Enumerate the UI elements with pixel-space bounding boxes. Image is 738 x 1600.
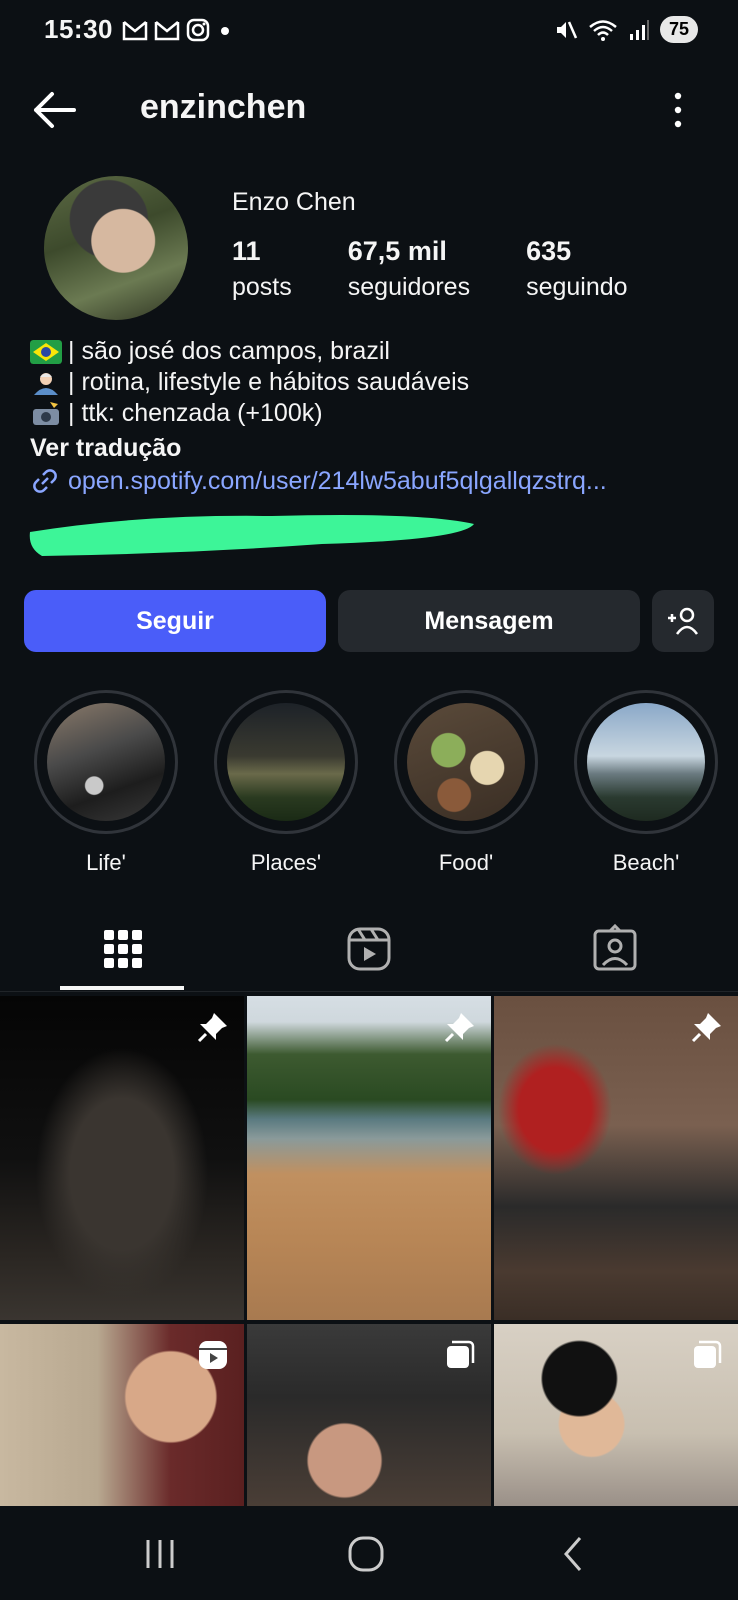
profile-header: enzinchen [0,80,738,140]
tab-tagged-icon[interactable] [590,924,640,974]
stat-following-label: seguindo [526,273,628,301]
battery-indicator: 75 [659,16,698,43]
notification-icons [122,18,234,42]
highlight-label: Life' [86,850,126,875]
stat-following[interactable]: 635 seguindo [526,236,627,302]
bio-line-text: | ttk: chenzada (+100k) [68,399,323,427]
posts-grid [0,996,738,1506]
profile-tabs [0,906,738,992]
stat-posts-value: 11 [232,236,261,266]
camera-flash-emoji-icon [33,401,59,425]
highlight-beach[interactable]: Beach' [574,690,718,876]
post-thumbnail[interactable] [494,1324,738,1506]
status-bar: 15:30 75 [0,0,738,62]
stat-following-value: 635 [526,236,572,266]
system-icons: 75 [554,16,698,43]
bio-line-text: | rotina, lifestyle e hábitos saudáveis [68,368,470,396]
pin-icon [444,1013,474,1043]
bio-line: | ttk: chenzada (+100k) [30,398,469,429]
pin-icon [197,1013,227,1043]
highlight-cover [47,703,165,821]
wifi-icon [589,19,617,41]
pin-icon [691,1013,721,1043]
system-navigation-bar [0,1506,738,1600]
tab-posts-grid-icon[interactable] [98,924,148,974]
bio-line-text: | são josé dos campos, brazil [68,337,390,365]
highlight-food[interactable]: Food' [394,690,538,876]
follow-button[interactable]: Seguir [24,590,326,652]
home-icon[interactable] [344,1532,388,1576]
signal-icon [629,19,649,40]
profile-username: enzinchen [140,88,307,126]
profile-link[interactable]: open.spotify.com/user/214lw5abuf5qlgallq… [30,466,607,496]
see-translation-link[interactable]: Ver tradução [30,434,181,463]
stat-posts[interactable]: 11 posts [232,236,292,302]
reel-icon [199,1341,227,1369]
back-nav-icon[interactable] [552,1532,596,1576]
highlight-ring [574,690,718,834]
highlight-cover [407,703,525,821]
brazil-flag-icon [30,339,62,364]
gmail-icon [122,21,148,41]
active-tab-indicator [60,986,184,990]
highlight-ring [394,690,538,834]
profile-bio: | são josé dos campos, brazil | rotina, … [30,336,469,429]
status-time: 15:30 [44,14,113,44]
redaction-scribble [29,515,474,556]
highlight-cover [587,703,705,821]
stat-posts-label: posts [232,273,292,301]
carousel-icon [694,1340,722,1368]
profile-full-name: Enzo Chen [232,188,356,216]
carousel-icon [447,1340,475,1368]
post-thumbnail[interactable] [247,996,491,1320]
suggested-users-button[interactable] [652,590,714,652]
highlight-places[interactable]: Places' [214,690,358,876]
tab-reels-icon[interactable] [344,924,394,974]
highlight-ring [34,690,178,834]
post-thumbnail[interactable] [0,1324,244,1506]
highlight-label: Places' [250,850,322,875]
recent-apps-icon[interactable] [138,1532,182,1576]
message-button[interactable]: Mensagem [338,590,640,652]
post-thumbnail[interactable] [247,1324,491,1506]
profile-stats: 11 posts 67,5 mil seguidores 635 seguind… [232,236,684,302]
stat-followers-label: seguidores [347,273,471,301]
gmail-icon [154,21,180,41]
dot-icon [221,27,229,35]
bio-line: | rotina, lifestyle e hábitos saudáveis [30,367,469,398]
add-person-icon [668,607,699,635]
stat-followers[interactable]: 67,5 mil seguidores [348,236,470,302]
stat-followers-value: 67,5 mil [347,236,447,266]
avatar[interactable] [44,176,188,320]
person-emoji-icon [34,372,58,395]
highlight-ring [214,690,358,834]
more-options-icon[interactable] [668,90,688,130]
post-thumbnail[interactable] [0,996,244,1320]
highlight-cover [227,703,345,821]
post-thumbnail[interactable] [494,996,738,1320]
mute-icon [556,20,578,39]
highlight-label: Food' [438,850,494,875]
instagram-icon [186,18,210,42]
highlight-label: Beach' [612,850,680,875]
link-icon [33,469,57,493]
profile-link-text: open.spotify.com/user/214lw5abuf5qlgallq… [68,466,607,495]
highlight-life[interactable]: Life' [34,690,178,876]
bio-line: | são josé dos campos, brazil [30,336,469,367]
back-arrow-icon[interactable] [30,88,80,132]
